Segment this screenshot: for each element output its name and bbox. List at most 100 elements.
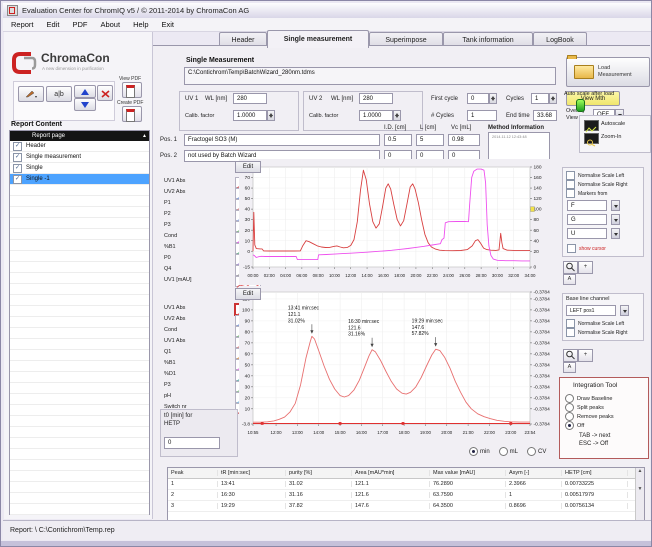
cycles-label: Cycles: [506, 96, 524, 102]
normalise-left-checkbox[interactable]: Normalise Scale Left: [566, 171, 624, 180]
baseline-dropdown-button[interactable]: [620, 305, 629, 316]
cursor-a-icon[interactable]: A: [563, 274, 576, 285]
table-scrollbar[interactable]: ▲▼: [635, 468, 644, 520]
title-bar[interactable]: Evaluation Center for ChromIQ v5 / © 201…: [3, 3, 652, 18]
checkbox-icon: [566, 180, 575, 189]
report-row-empty: [10, 438, 149, 449]
pos1-id-input[interactable]: 0.5: [384, 134, 412, 146]
marker-dropdown-f[interactable]: F: [567, 200, 607, 211]
create-pdf-button[interactable]: [122, 106, 142, 122]
menu-item-pdf[interactable]: PDF: [72, 20, 87, 29]
marker-dropdown-g-button[interactable]: [611, 214, 620, 225]
uv2-calib-input[interactable]: 1.0000: [359, 110, 393, 121]
show-cursor-checkbox[interactable]: show cursor: [567, 244, 606, 253]
peak-table-cell: 121.6: [352, 492, 430, 498]
report-row-single[interactable]: ✓Single: [10, 163, 149, 174]
peak-table-cell: 2: [168, 492, 218, 498]
row-checkbox[interactable]: ✓: [13, 142, 22, 151]
baseline-normalise-right-checkbox[interactable]: Normalise Scale Right: [566, 328, 627, 337]
peak-table-cell: 37.82: [286, 503, 352, 509]
baseline-dropdown[interactable]: LEFT pos1: [566, 305, 616, 316]
t0-input[interactable]: 0: [164, 437, 220, 449]
pos1-l-input[interactable]: 5: [416, 134, 444, 146]
uv2-calib-spinner[interactable]: [393, 110, 401, 121]
integration-option-split-peaks[interactable]: Split peaks: [565, 403, 604, 412]
marker-dropdown-u-button[interactable]: [611, 228, 620, 239]
checkbox-icon: [566, 171, 575, 180]
bottom-chart[interactable]: 10:5512:0013:0014:0015:0016:0017:0018:00…: [239, 286, 555, 444]
menu-item-edit[interactable]: Edit: [47, 20, 60, 29]
row-checkbox[interactable]: ✓: [13, 175, 22, 184]
bottom-chart-edit-button[interactable]: Edit: [235, 288, 261, 300]
method-info-box[interactable]: 2014.11.12 12:43:48: [488, 132, 550, 162]
peak-table-header-row: PeaktR [min:sec]purity [%]Area [mAU*min]…: [168, 468, 644, 479]
report-row-single--1[interactable]: ✓Single -1: [10, 174, 149, 185]
svg-text:40: 40: [245, 207, 251, 213]
unit-option-min[interactable]: min: [469, 447, 490, 456]
menu-item-exit[interactable]: Exit: [162, 20, 175, 29]
pos1-input[interactable]: Fractogel SO3 (M): [184, 134, 380, 146]
zoom-in-icon[interactable]: [584, 133, 599, 144]
zoom-plus-icon-2[interactable]: +: [578, 349, 593, 362]
zoom-in-label[interactable]: Zoom-In: [601, 134, 621, 140]
report-row-header[interactable]: ✓Header: [10, 141, 149, 152]
report-row-single-measurement[interactable]: ✓Single measurement: [10, 152, 149, 163]
menu-item-about[interactable]: About: [100, 20, 120, 29]
cycles-input[interactable]: 1: [531, 93, 549, 104]
move-down-button[interactable]: [74, 98, 96, 111]
first-cycle-input[interactable]: 0: [467, 93, 489, 104]
scroll-up-icon[interactable]: ▲: [142, 133, 147, 139]
tab-single-measurement[interactable]: Single measurement: [267, 30, 369, 48]
autoscale-after-load-led[interactable]: [576, 99, 585, 112]
svg-text:23:00: 23:00: [505, 430, 517, 435]
t0-label-1: t0 [min] for: [164, 413, 192, 419]
num-cycles-input[interactable]: 1: [467, 110, 497, 121]
marker-dropdown-u[interactable]: U: [567, 228, 607, 239]
view-pdf-button[interactable]: [122, 82, 142, 98]
menu-item-report[interactable]: Report: [11, 20, 34, 29]
autoscale-icon[interactable]: [584, 120, 599, 131]
menu-item-help[interactable]: Help: [133, 20, 148, 29]
markers-from-label: Markers from: [578, 191, 607, 197]
uv1-calib-input[interactable]: 1.0000: [233, 110, 267, 121]
unit-option-ml[interactable]: mL: [499, 447, 518, 456]
table-row[interactable]: 216:3031.16121.663.759010.00517979: [168, 490, 644, 501]
row-checkbox[interactable]: ✓: [13, 164, 22, 173]
baseline-normalise-left-checkbox[interactable]: Normalise Scale Left: [566, 319, 624, 328]
integration-option-off[interactable]: Off: [565, 421, 584, 430]
svg-text:12:00: 12:00: [345, 273, 357, 278]
move-up-button[interactable]: [74, 85, 96, 98]
marker-dropdown-f-button[interactable]: [611, 200, 620, 211]
peak-table-cell: 19:29: [218, 503, 286, 509]
row-checkbox[interactable]: ✓: [13, 153, 22, 162]
num-cycles-label: # Cycles: [431, 113, 454, 119]
table-row[interactable]: 319:2937.82147.664.35000.86960.00756134: [168, 501, 644, 512]
uv1-wl-input[interactable]: 280: [233, 93, 267, 104]
magnifier-plus-icon-2[interactable]: [563, 349, 578, 362]
autoscale-label[interactable]: Autoscale: [601, 121, 625, 127]
marker-dropdown-g[interactable]: G: [567, 214, 607, 225]
uv2-calib-label: Calib. factor: [309, 113, 338, 119]
integration-option-draw-baseline[interactable]: Draw Baseline: [565, 394, 612, 403]
cycles-spinner[interactable]: [549, 93, 557, 104]
delete-page-button[interactable]: [97, 85, 113, 101]
top-chart[interactable]: 00:0002:0004:0006:0008:0010:0012:0014:00…: [239, 159, 555, 285]
zoom-plus-icon[interactable]: +: [578, 261, 593, 274]
unit-option-cv[interactable]: CV: [527, 447, 546, 456]
magnifier-plus-icon[interactable]: [563, 261, 578, 274]
file-path-box[interactable]: C:\Contichrom\Temp\BatchWizard_280nm.tdm…: [184, 67, 556, 85]
uv2-wl-input[interactable]: 280: [359, 93, 393, 104]
sort-ab-button[interactable]: a|b: [46, 86, 72, 102]
table-row[interactable]: 113:4131.02121.176.28902.39660.00733225: [168, 479, 644, 490]
edit-pen-button[interactable]: [18, 86, 44, 102]
first-cycle-spinner[interactable]: [489, 93, 497, 104]
uv1-calib-spinner[interactable]: [267, 110, 275, 121]
load-measurement-button[interactable]: Load Measurement: [566, 57, 650, 87]
top-chart-edit-button[interactable]: Edit: [235, 161, 261, 173]
markers-from-checkbox[interactable]: Markers from: [566, 189, 607, 198]
normalise-right-checkbox[interactable]: Normalise Scale Right: [566, 180, 627, 189]
cursor-a-icon-2[interactable]: A: [563, 362, 576, 373]
integration-option-remove-peaks[interactable]: Remove peaks: [565, 412, 614, 421]
peak-table-header: tR [min:sec]: [218, 470, 286, 476]
pos1-vc-input[interactable]: 0.98: [448, 134, 480, 146]
